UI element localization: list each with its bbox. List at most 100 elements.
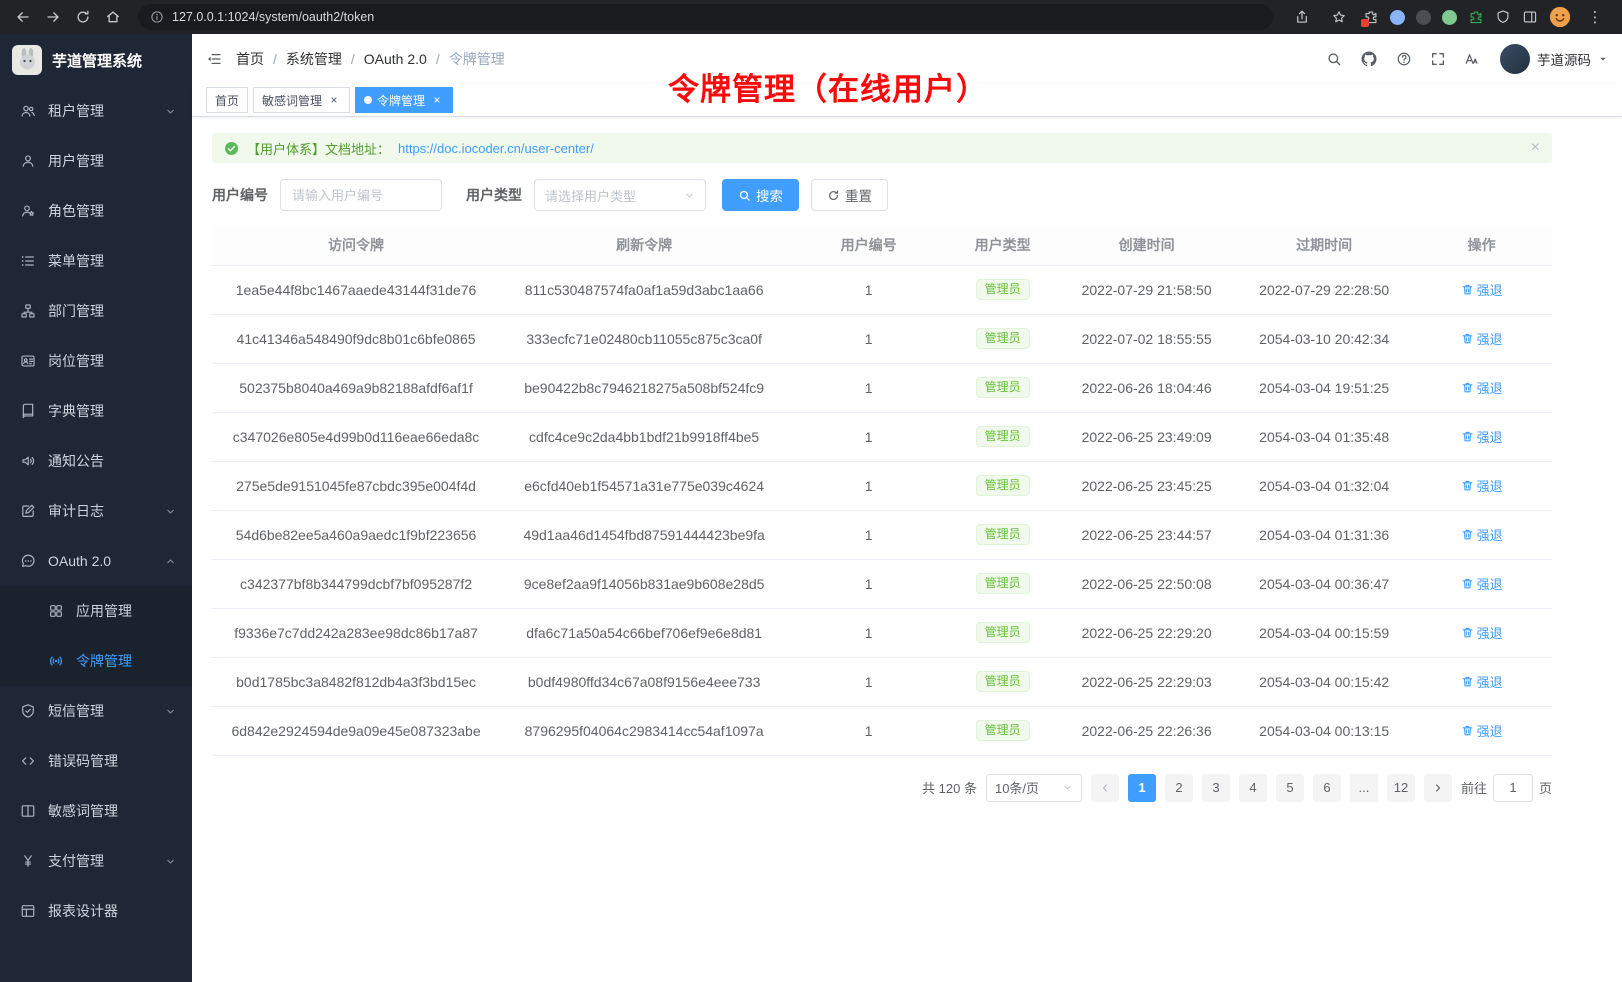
expires-at-cell: 2054-03-04 00:15:42 xyxy=(1237,657,1411,706)
tab-home[interactable]: 首页 xyxy=(206,87,248,113)
refresh-token-cell: be90422b8c7946218275a508bf524fc9 xyxy=(500,363,788,412)
page-button-2[interactable]: 2 xyxy=(1165,774,1193,802)
sidebar-item-sms[interactable]: 短信管理 xyxy=(0,686,192,736)
app-title: 芋道管理系统 xyxy=(52,50,142,71)
sidebar-item-post[interactable]: 岗位管理 xyxy=(0,336,192,386)
page-button-6[interactable]: 6 xyxy=(1313,774,1341,802)
header-actions: 芋道源码 xyxy=(1326,44,1608,74)
refresh-token-cell: b0df4980ffd34c67a08f9156e4eee733 xyxy=(500,657,788,706)
tab-oauth2-token[interactable]: 令牌管理× xyxy=(355,87,453,113)
page-size-select[interactable]: 10条/页 xyxy=(986,774,1082,802)
user-id-input[interactable] xyxy=(280,179,442,211)
next-page-button[interactable] xyxy=(1424,774,1452,802)
menu-list-icon xyxy=(20,253,36,269)
page-button-5[interactable]: 5 xyxy=(1276,774,1304,802)
home-icon[interactable] xyxy=(100,4,126,30)
breadcrumb-item[interactable]: 系统管理 xyxy=(286,49,342,69)
force-logout-button[interactable]: 强退 xyxy=(1461,329,1503,348)
page-button-12[interactable]: 12 xyxy=(1387,774,1415,802)
breadcrumb-separator: / xyxy=(436,51,440,67)
bookmark-star-icon[interactable] xyxy=(1326,4,1352,30)
browser-menu-icon[interactable]: ⋮ xyxy=(1582,4,1608,30)
shield-icon xyxy=(20,703,36,719)
sidebar-item-tenant[interactable]: 租户管理 xyxy=(0,86,192,136)
back-icon[interactable] xyxy=(10,4,36,30)
access-token-cell: 6d842e2924594de9a09e45e087323abe xyxy=(212,706,500,755)
force-logout-button[interactable]: 强退 xyxy=(1461,672,1503,691)
table-row: 54d6be82ee5a460a9aedc1f9bf22365649d1aa46… xyxy=(212,510,1552,559)
help-icon[interactable] xyxy=(1396,51,1412,67)
page-button-4[interactable]: 4 xyxy=(1239,774,1267,802)
force-logout-button[interactable]: 强退 xyxy=(1461,378,1503,397)
fullscreen-icon[interactable] xyxy=(1430,51,1446,67)
tree-icon xyxy=(20,303,36,319)
reload-icon[interactable] xyxy=(70,4,96,30)
created-at-cell: 2022-06-25 22:50:08 xyxy=(1056,559,1237,608)
chevron-down-icon xyxy=(684,190,695,201)
sidebar-item-oauth2-app[interactable]: 应用管理 xyxy=(0,586,192,636)
font-size-icon[interactable] xyxy=(1464,51,1480,67)
close-icon[interactable]: × xyxy=(430,93,444,107)
breadcrumb-item[interactable]: OAuth 2.0 xyxy=(364,51,427,67)
sidebar-item-sensitive-word[interactable]: 敏感词管理 xyxy=(0,786,192,836)
force-logout-button[interactable]: 强退 xyxy=(1461,525,1503,544)
sidebar-item-oauth2[interactable]: OAuth 2.0 xyxy=(0,536,192,586)
github-icon[interactable] xyxy=(1360,50,1378,68)
sidebar-item-oauth2-token[interactable]: 令牌管理 xyxy=(0,636,192,686)
goto-page-input[interactable] xyxy=(1493,774,1533,802)
breadcrumb-item[interactable]: 首页 xyxy=(236,49,264,69)
forward-icon[interactable] xyxy=(40,4,66,30)
sidebar-item-menu[interactable]: 菜单管理 xyxy=(0,236,192,286)
close-icon[interactable]: × xyxy=(327,93,341,107)
force-logout-button[interactable]: 强退 xyxy=(1461,721,1503,740)
sidebar-item-report-designer[interactable]: 报表设计器 xyxy=(0,886,192,936)
sidebar-item-pay[interactable]: 支付管理 xyxy=(0,836,192,886)
puzzle-icon[interactable] xyxy=(1468,9,1484,25)
sidebar-item-audit-log[interactable]: 审计日志 xyxy=(0,486,192,536)
extension-icon[interactable] xyxy=(1442,10,1457,25)
user-type-tag: 管理员 xyxy=(976,524,1030,545)
search-button[interactable]: 搜索 xyxy=(722,179,799,211)
sidebar-item-notice[interactable]: 通知公告 xyxy=(0,436,192,486)
doc-alert: 【用户体系】文档地址： https://doc.iocoder.cn/user-… xyxy=(212,133,1552,163)
hamburger-icon[interactable] xyxy=(206,51,222,67)
user-type-select[interactable]: 请选择用户类型 xyxy=(534,179,706,211)
table-row: b0d1785bc3a8482f812db4a3f3bd15ecb0df4980… xyxy=(212,657,1552,706)
force-logout-button[interactable]: 强退 xyxy=(1461,427,1503,446)
doc-link[interactable]: https://doc.iocoder.cn/user-center/ xyxy=(398,141,594,156)
sidebar-item-dict[interactable]: 字典管理 xyxy=(0,386,192,436)
panel-icon[interactable] xyxy=(1522,9,1538,25)
force-logout-button[interactable]: 强退 xyxy=(1461,574,1503,593)
user-id-cell: 1 xyxy=(788,412,949,461)
sidebar-item-role[interactable]: 角色管理 xyxy=(0,186,192,236)
site-info-icon[interactable] xyxy=(150,10,164,24)
extension-icon[interactable] xyxy=(1416,10,1431,25)
sidebar-item-dept[interactable]: 部门管理 xyxy=(0,286,192,336)
chevron-down-icon xyxy=(165,106,176,117)
search-icon[interactable] xyxy=(1326,51,1342,67)
user-menu[interactable]: 芋道源码 xyxy=(1500,44,1608,74)
share-icon[interactable] xyxy=(1289,4,1315,30)
sidebar-menu: 租户管理用户管理角色管理菜单管理部门管理岗位管理字典管理通知公告审计日志OAut… xyxy=(0,86,192,936)
extension-icon[interactable] xyxy=(1390,10,1405,25)
force-logout-button[interactable]: 强退 xyxy=(1461,623,1503,642)
force-logout-button[interactable]: 强退 xyxy=(1461,476,1503,495)
tab-sensitive-word[interactable]: 敏感词管理× xyxy=(253,87,350,113)
sidebar-item-user[interactable]: 用户管理 xyxy=(0,136,192,186)
breadcrumb-separator: / xyxy=(273,51,277,67)
url-bar[interactable]: 127.0.0.1:1024/system/oauth2/token xyxy=(138,4,1273,30)
table-row: c347026e805e4d99b0d116eae66eda8ccdfc4ce9… xyxy=(212,412,1552,461)
prev-page-button[interactable] xyxy=(1091,774,1119,802)
page-more-button[interactable]: ... xyxy=(1350,774,1378,802)
sidebar-item-error-code[interactable]: 错误码管理 xyxy=(0,736,192,786)
page-button-3[interactable]: 3 xyxy=(1202,774,1230,802)
shield-dark-icon[interactable] xyxy=(1495,9,1511,25)
force-logout-button[interactable]: 强退 xyxy=(1461,280,1503,299)
app-logo[interactable]: 芋道管理系统 xyxy=(0,34,192,86)
page-button-1[interactable]: 1 xyxy=(1128,774,1156,802)
expires-at-cell: 2054-03-04 01:35:48 xyxy=(1237,412,1411,461)
reset-button[interactable]: 重置 xyxy=(811,179,888,211)
close-icon[interactable]: × xyxy=(1531,140,1540,156)
puzzle-icon[interactable] xyxy=(1363,9,1379,25)
browser-profile-avatar[interactable] xyxy=(1549,6,1571,28)
